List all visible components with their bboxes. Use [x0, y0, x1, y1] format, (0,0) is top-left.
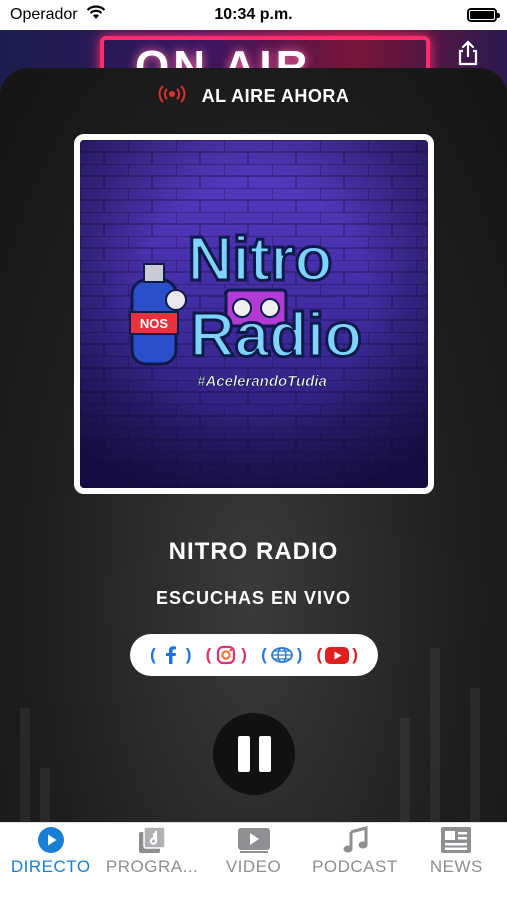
tab-news[interactable]: NEWS — [406, 823, 507, 900]
facebook-button[interactable]: ( ) — [150, 645, 191, 665]
station-artwork: Nitro Radio NOS #AcelerandoTudia — [74, 134, 434, 494]
svg-text:Radio: Radio — [190, 301, 362, 370]
tab-bar: DIRECTO PROGRA... VIDEO PODCAST NEWS — [0, 822, 507, 900]
live-label: AL AIRE AHORA — [201, 85, 350, 106]
facebook-icon — [159, 645, 183, 665]
tab-label: PROGRA... — [105, 857, 199, 876]
globe-icon — [270, 645, 294, 665]
tab-label: DIRECTO — [10, 857, 91, 876]
status-bar: Operador 10:34 p.m. — [0, 0, 507, 30]
tab-podcast[interactable]: PODCAST — [304, 823, 405, 900]
tab-video[interactable]: VIDEO — [203, 823, 304, 900]
pause-button[interactable] — [213, 713, 295, 795]
youtube-button[interactable]: ( ) — [317, 645, 358, 665]
tab-label: PODCAST — [312, 857, 398, 876]
tab-directo[interactable]: DIRECTO — [0, 823, 101, 900]
program-icon — [136, 825, 168, 855]
instagram-button[interactable]: ( ) — [206, 645, 247, 665]
live-indicator: AL AIRE AHORA — [0, 84, 507, 108]
news-icon — [440, 825, 472, 855]
youtube-icon — [325, 645, 350, 665]
tab-label: NEWS — [429, 857, 483, 876]
svg-text:Nitro: Nitro — [188, 225, 333, 294]
svg-text:NOS: NOS — [140, 316, 169, 331]
share-button[interactable] — [455, 40, 481, 66]
carrier-label: Operador — [10, 6, 78, 23]
tab-label: VIDEO — [225, 857, 282, 876]
instagram-icon — [214, 645, 238, 665]
svg-text:#AcelerandoTudia: #AcelerandoTudia — [197, 373, 327, 390]
wifi-icon — [86, 5, 106, 25]
website-button[interactable]: ( ) — [261, 645, 302, 665]
music-note-icon — [339, 825, 371, 855]
battery-icon — [467, 8, 500, 22]
tab-programas[interactable]: PROGRA... — [101, 823, 202, 900]
share-icon — [458, 40, 478, 66]
pause-icon — [237, 736, 250, 772]
station-name: NITRO RADIO — [168, 538, 339, 565]
play-circle-icon — [35, 825, 67, 855]
broadcast-icon — [158, 84, 186, 108]
station-subtitle: ESCUCHAS EN VIVO — [155, 588, 352, 608]
player-card: AL AIRE AHORA Nitro Radio NOS #Acelerand… — [0, 68, 507, 828]
social-links: ( ) ( ) ( ) ( ) — [130, 634, 378, 676]
video-icon — [237, 825, 270, 855]
